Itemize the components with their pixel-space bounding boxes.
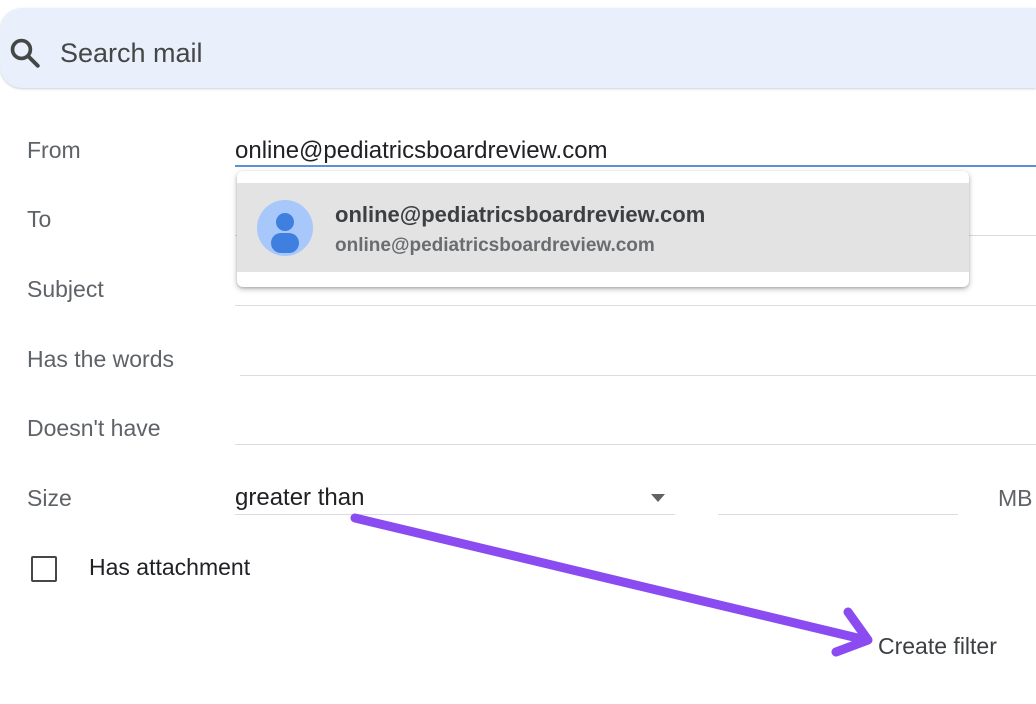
from-label: From [27, 137, 81, 163]
size-label: Size [27, 485, 72, 511]
doesnt-have-label: Doesn't have [27, 415, 161, 441]
size-operator-select[interactable]: greater than [235, 484, 675, 514]
autocomplete-suggestion[interactable]: online@pediatricsboardreview.com online@… [237, 183, 969, 272]
suggestion-name: online@pediatricsboardreview.com [335, 202, 706, 227]
has-attachment-checkbox[interactable] [31, 556, 57, 582]
has-attachment-label[interactable]: Has attachment [89, 553, 250, 581]
size-value-input[interactable] [718, 514, 958, 515]
size-operator-underline [235, 514, 675, 515]
search-icon[interactable] [8, 36, 42, 70]
suggestion-email: online@pediatricsboardreview.com [335, 235, 655, 256]
dropdown-arrow-icon[interactable] [651, 494, 665, 502]
to-label: To [27, 206, 52, 232]
from-field-focus-underline [235, 165, 1036, 167]
has-words-label: Has the words [27, 346, 175, 372]
from-field[interactable]: online@pediatricsboardreview.com [235, 136, 608, 166]
size-unit-select[interactable]: MB [998, 484, 1033, 512]
person-avatar-icon [257, 200, 313, 256]
search-input-placeholder[interactable]: Search mail [60, 38, 203, 68]
search-bar[interactable]: Search mail [0, 8, 1036, 88]
autocomplete-dropdown: online@pediatricsboardreview.com online@… [237, 171, 969, 287]
subject-label: Subject [27, 276, 104, 302]
create-filter-button[interactable]: Create filter [868, 628, 1007, 664]
subject-field[interactable] [235, 305, 1036, 306]
has-words-field[interactable] [240, 375, 1036, 376]
doesnt-have-field[interactable] [235, 444, 1036, 445]
